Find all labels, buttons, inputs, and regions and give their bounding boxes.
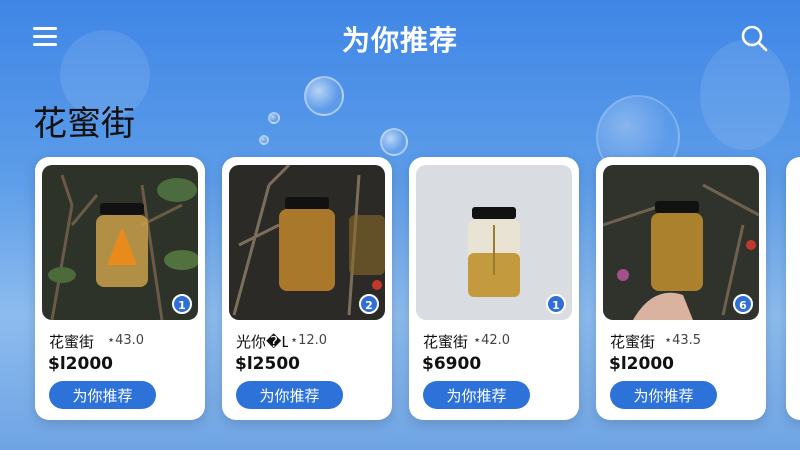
top-bar: 为你推荐	[0, 0, 800, 78]
product-card[interactable]: 1 花蜜街 ⋆42.0 $6900 为你推荐	[409, 157, 579, 420]
section-title: 花蜜街	[33, 104, 135, 144]
background-bubble	[304, 76, 344, 116]
product-price: $l2000	[48, 354, 113, 374]
rank-badge: 6	[733, 294, 753, 314]
recommend-button[interactable]: 为你推荐	[49, 381, 156, 409]
product-image: 1	[416, 165, 572, 320]
product-rating: ⋆42.0	[473, 333, 511, 348]
product-card[interactable]: 1 花蜜街 ⋆43.0 $l2000 为你推荐	[35, 157, 205, 420]
product-rating: ⋆43.0	[107, 333, 145, 348]
product-image: 1	[42, 165, 198, 320]
background-bubble	[380, 128, 408, 156]
product-price: $l2000	[609, 354, 674, 374]
recommend-button[interactable]: 为你推荐	[236, 381, 343, 409]
rank-badge: 2	[359, 294, 379, 314]
product-price: $6900	[422, 354, 482, 374]
product-card[interactable]: 6 花蜜街 ⋆43.5 $l2000 为你推荐	[596, 157, 766, 420]
search-icon[interactable]	[740, 24, 768, 52]
product-rating: ⋆12.0	[290, 333, 328, 348]
product-name: 花蜜街	[423, 333, 469, 351]
product-name: 花蜜街	[49, 333, 95, 351]
product-card[interactable]: 2 光你�London ⋆12.0 $l2500 为你推荐	[222, 157, 392, 420]
recommend-button[interactable]: 为你推荐	[610, 381, 717, 409]
product-rating: ⋆43.5	[664, 333, 702, 348]
product-price: $l2500	[235, 354, 300, 374]
product-card-partial[interactable]	[786, 157, 800, 420]
background-bubble	[259, 135, 269, 145]
rank-badge: 1	[172, 294, 192, 314]
recommend-button[interactable]: 为你推荐	[423, 381, 530, 409]
product-image: 2	[229, 165, 385, 320]
product-name: 光你�London	[236, 333, 288, 351]
product-image: 6	[603, 165, 759, 320]
background-bubble	[268, 112, 280, 124]
rank-badge: 1	[546, 294, 566, 314]
product-name: 花蜜街	[610, 333, 656, 351]
page-title: 为你推荐	[341, 24, 458, 57]
